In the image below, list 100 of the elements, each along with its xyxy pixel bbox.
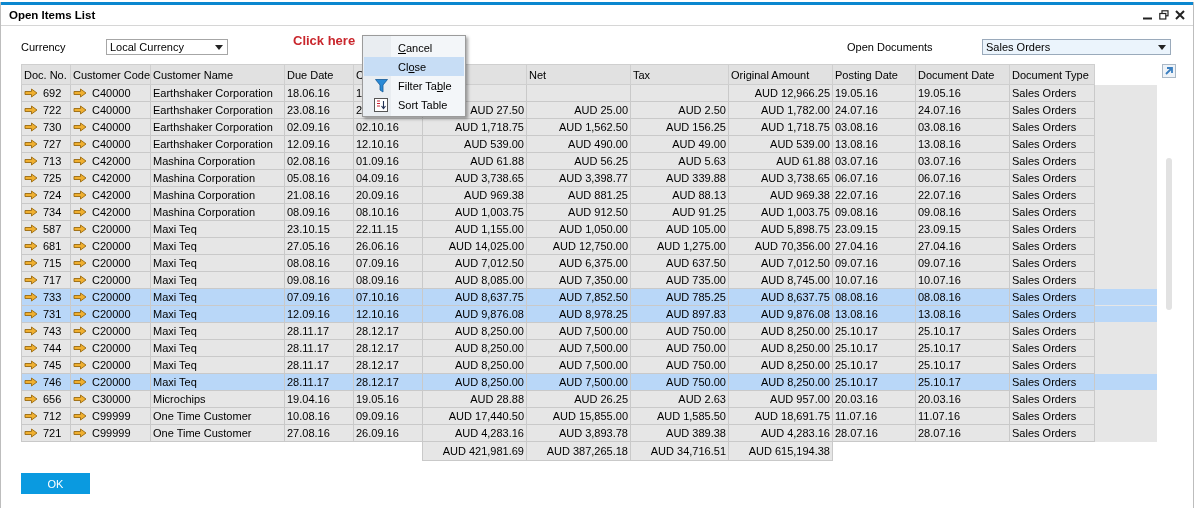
- table-cell: 20.03.16: [832, 390, 916, 408]
- arrow-icon[interactable]: [73, 377, 87, 387]
- arrow-icon[interactable]: [24, 241, 38, 251]
- scrollbar[interactable]: [1166, 158, 1172, 310]
- table-cell: AUD 8,250.00: [728, 373, 833, 391]
- table-cell: 722: [43, 104, 62, 116]
- table-cell: C20000: [92, 342, 131, 354]
- table-cell: 27.08.16: [284, 424, 354, 442]
- column-header[interactable]: Posting Date: [832, 64, 916, 85]
- menu-item[interactable]: Close: [364, 57, 464, 76]
- arrow-icon[interactable]: [73, 190, 87, 200]
- column-header[interactable]: Net: [526, 64, 631, 85]
- table-cell: AUD 8,250.00: [728, 356, 833, 374]
- arrow-icon[interactable]: [73, 258, 87, 268]
- arrow-icon[interactable]: [73, 139, 87, 149]
- arrow-icon[interactable]: [73, 360, 87, 370]
- arrow-icon[interactable]: [24, 309, 38, 319]
- column-header[interactable]: Original Amount: [728, 64, 833, 85]
- arrow-icon[interactable]: [24, 190, 38, 200]
- arrow-icon[interactable]: [24, 411, 38, 421]
- arrow-icon[interactable]: [24, 377, 38, 387]
- arrow-icon[interactable]: [24, 394, 38, 404]
- arrow-icon[interactable]: [73, 428, 87, 438]
- table-cell: 11.07.16: [915, 407, 1010, 425]
- dropdown[interactable]: Local Currency: [106, 39, 228, 55]
- table-cell: 22.07.16: [832, 186, 916, 204]
- table-cell: Microchips: [150, 390, 285, 408]
- table-cell: C42000: [92, 172, 131, 184]
- arrow-icon[interactable]: [73, 394, 87, 404]
- arrow-icon[interactable]: [73, 343, 87, 353]
- arrow-icon[interactable]: [24, 207, 38, 217]
- column-header[interactable]: Doc. No.: [21, 64, 71, 85]
- column-header[interactable]: Document Type: [1009, 64, 1095, 85]
- arrow-icon[interactable]: [24, 122, 38, 132]
- arrow-icon[interactable]: [24, 139, 38, 149]
- table-cell: 28.07.16: [915, 424, 1010, 442]
- arrow-icon[interactable]: [73, 411, 87, 421]
- arrow-icon[interactable]: [73, 88, 87, 98]
- table-cell: AUD 5.63: [630, 152, 729, 170]
- table-cell: 08.08.16: [915, 288, 1010, 306]
- column-header[interactable]: Customer Name: [150, 64, 285, 85]
- arrow-icon[interactable]: [24, 173, 38, 183]
- table-cell: AUD 490.00: [526, 135, 631, 153]
- arrow-icon[interactable]: [73, 122, 87, 132]
- arrow-icon[interactable]: [24, 428, 38, 438]
- table-cell: 08.09.16: [353, 271, 423, 289]
- arrow-icon[interactable]: [24, 105, 38, 115]
- arrow-icon[interactable]: [73, 326, 87, 336]
- table-cell: AUD 8,250.00: [422, 339, 527, 357]
- arrow-icon[interactable]: [73, 224, 87, 234]
- table-cell: AUD 897.83: [630, 305, 729, 323]
- arrow-icon[interactable]: [24, 88, 38, 98]
- arrow-icon[interactable]: [24, 360, 38, 370]
- arrow-icon[interactable]: [24, 292, 38, 302]
- dropdown[interactable]: Sales Orders: [982, 39, 1171, 55]
- arrow-icon[interactable]: [73, 275, 87, 285]
- column-header[interactable]: Due Date: [284, 64, 354, 85]
- restore-icon[interactable]: [1159, 10, 1169, 20]
- table-cell: 22.11.15: [353, 220, 423, 238]
- table-cell: C20000: [92, 223, 131, 235]
- table-cell: Sales Orders: [1009, 135, 1095, 153]
- arrow-icon[interactable]: [73, 173, 87, 183]
- arrow-icon[interactable]: [24, 326, 38, 336]
- arrow-icon[interactable]: [24, 343, 38, 353]
- table-cell: 725: [43, 172, 62, 184]
- arrow-icon[interactable]: [73, 207, 87, 217]
- table-cell: Sales Orders: [1009, 322, 1095, 340]
- table-cell: Sales Orders: [1009, 271, 1095, 289]
- table-cell: 743: [43, 325, 62, 337]
- table-cell: 734: [43, 206, 62, 218]
- column-header[interactable]: Document Date: [915, 64, 1010, 85]
- table-cell: AUD 28.88: [422, 390, 527, 408]
- table-cell: C20000: [92, 240, 131, 252]
- menu-item[interactable]: Cancel: [364, 38, 464, 57]
- table-cell: C20000: [92, 308, 131, 320]
- arrow-icon[interactable]: [73, 156, 87, 166]
- table-cell: 25.10.17: [915, 322, 1010, 340]
- annotation-text: Click here: [293, 32, 356, 48]
- table-cell: 09.08.16: [832, 203, 916, 221]
- table-cell: 27.04.16: [915, 237, 1010, 255]
- table-cell: AUD 1,275.00: [630, 237, 729, 255]
- close-icon[interactable]: [1175, 10, 1185, 20]
- arrow-icon[interactable]: [73, 241, 87, 251]
- table-cell: AUD 637.50: [630, 254, 729, 272]
- table-cell: AUD 7,500.00: [526, 322, 631, 340]
- table-cell: 10.07.16: [832, 271, 916, 289]
- arrow-icon[interactable]: [24, 275, 38, 285]
- table-cell: One Time Customer: [150, 407, 285, 425]
- arrow-icon[interactable]: [24, 224, 38, 234]
- arrow-icon[interactable]: [24, 258, 38, 268]
- column-header[interactable]: Tax: [630, 64, 729, 85]
- table-cell: Maxi Teq: [150, 220, 285, 238]
- expand-arrow-icon[interactable]: [1162, 64, 1176, 78]
- arrow-icon[interactable]: [73, 292, 87, 302]
- table-cell: AUD 750.00: [630, 322, 729, 340]
- arrow-icon[interactable]: [24, 156, 38, 166]
- arrow-icon[interactable]: [73, 309, 87, 319]
- column-header[interactable]: Customer Code: [70, 64, 151, 85]
- table-cell: AUD 61.88: [422, 152, 527, 170]
- arrow-icon[interactable]: [73, 105, 87, 115]
